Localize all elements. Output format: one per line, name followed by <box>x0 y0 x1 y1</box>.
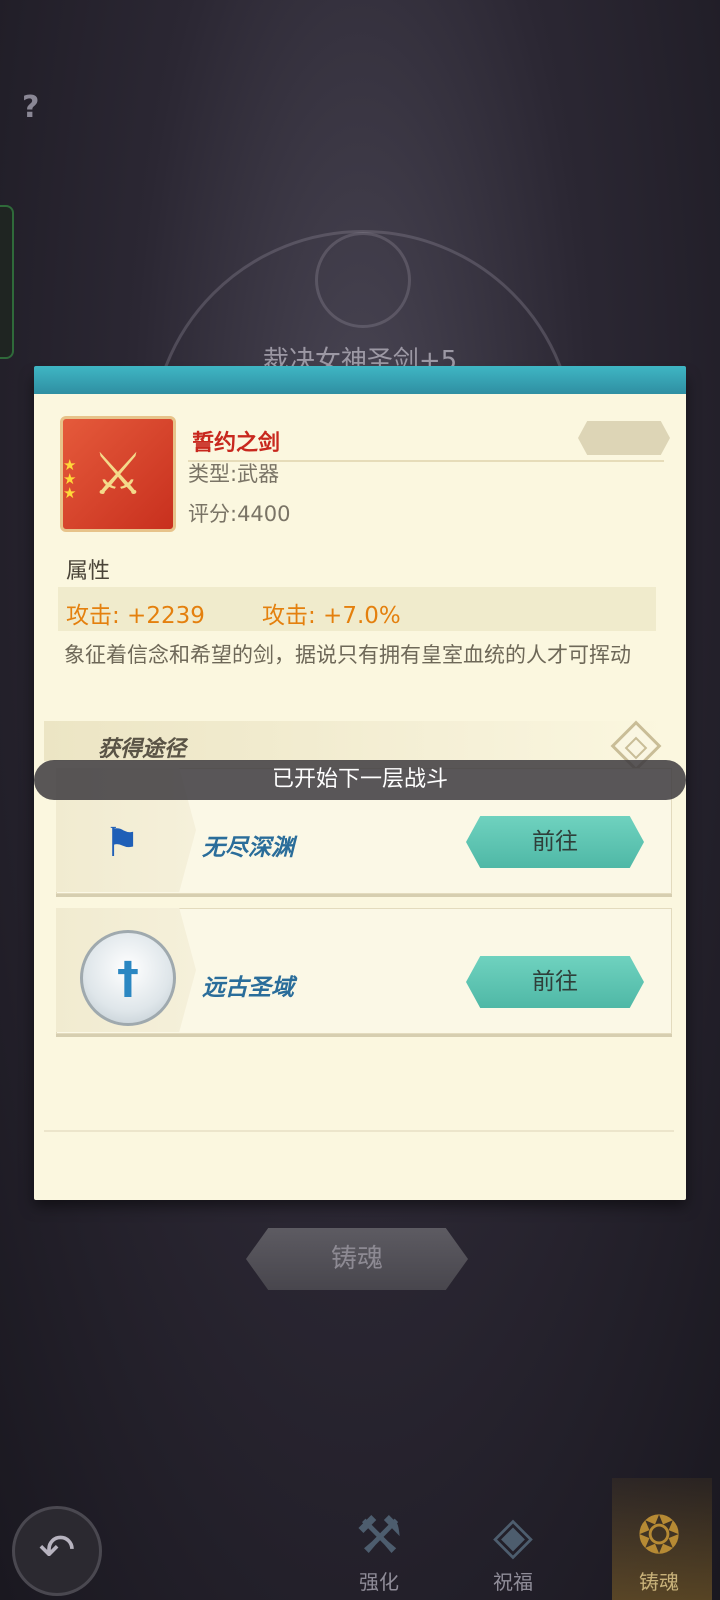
attack-percent: 攻击: +7.0% <box>262 603 401 629</box>
soul-forge-icon: ❂ <box>637 1506 681 1566</box>
item-tag <box>578 421 670 455</box>
shrine-icon: † <box>80 930 176 1026</box>
help-icon[interactable]: ? <box>22 90 39 125</box>
divider <box>44 1130 674 1132</box>
source-name: 无尽深渊 <box>202 835 294 861</box>
sword-icon: ⚔ <box>60 416 176 532</box>
attack-flat: 攻击: +2239 <box>66 603 205 629</box>
go-button[interactable]: 前往 <box>466 816 644 868</box>
tab-soul-forge[interactable]: ❂ 铸魂 <box>614 1500 704 1595</box>
star-rating: ★ ★ ★ <box>63 456 77 502</box>
item-description: 象征着信念和希望的剑，据说只有拥有皇室血统的人才可挥动 <box>64 643 631 667</box>
item-name: 誓约之剑 <box>192 431 281 456</box>
toast-message: 已开始下一层战斗 <box>34 760 686 800</box>
item-score: 评分:4400 <box>188 502 291 526</box>
tab-blessing[interactable]: ◈ 祝福 <box>468 1500 558 1595</box>
tab-label: 强化 <box>359 1570 399 1594</box>
tab-label: 铸魂 <box>639 1570 679 1594</box>
item-type: 类型:武器 <box>188 462 280 486</box>
tab-label: 祝福 <box>493 1570 533 1594</box>
flag-icon: ⚑ <box>104 820 140 866</box>
cast-soul-button[interactable]: 铸魂 <box>246 1228 468 1290</box>
panel-top-border <box>34 366 686 394</box>
attributes-heading: 属性 <box>66 559 111 584</box>
side-tab[interactable] <box>0 205 14 359</box>
source-name: 远古圣域 <box>202 975 294 1001</box>
bg-magic-circle-inner <box>315 232 411 328</box>
anvil-icon: ⚒ <box>355 1506 403 1566</box>
back-arrow-icon[interactable]: ↶ <box>12 1506 102 1596</box>
go-button[interactable]: 前往 <box>466 956 644 1008</box>
blessing-icon: ◈ <box>493 1506 533 1566</box>
sources-title: 获得途径 <box>98 737 187 762</box>
tab-enhance[interactable]: ⚒ 强化 <box>334 1500 424 1595</box>
